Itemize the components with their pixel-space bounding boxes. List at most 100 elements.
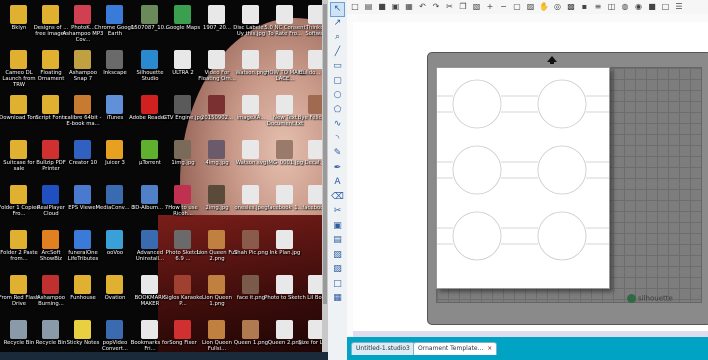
desktop-icon[interactable]: Lion Queen 1.png: [200, 273, 234, 314]
print-icon[interactable]: ▣: [391, 2, 401, 12]
desktop-icon[interactable]: 20150902...: [200, 93, 234, 134]
desktop-icon[interactable]: Ashampoo Burning...: [34, 273, 68, 314]
ornament-circle[interactable]: [452, 79, 502, 129]
document-tab[interactable]: Untitled-1.studio3: [351, 342, 415, 355]
desktop-icon[interactable]: 5.0 NC Consent To Rate Fro...: [264, 3, 306, 44]
copy-icon[interactable]: ❐: [458, 2, 468, 12]
zoom-in-icon[interactable]: +: [485, 2, 495, 12]
line-color-icon[interactable]: □: [661, 2, 671, 12]
ellipse-tool-icon[interactable]: ○: [331, 89, 344, 102]
registration-icon[interactable]: ▦: [331, 292, 344, 305]
desktop-icon[interactable]: PhotoK... Ashampoo MP3 Cov...: [63, 3, 103, 44]
point-edit-icon[interactable]: ↗: [331, 17, 344, 30]
desktop-icon[interactable]: How to use Ricoh...: [166, 183, 200, 224]
desktop-icon[interactable]: imageXA...: [234, 93, 268, 134]
desktop-icon[interactable]: Silhouette Studio: [133, 48, 167, 89]
desktop-icon[interactable]: Creator 10: [66, 138, 100, 179]
desktop-icon[interactable]: Folder 2 Paste from...: [0, 228, 38, 269]
fit-icon[interactable]: ▨: [526, 2, 536, 12]
close-tab-icon[interactable]: ×: [487, 345, 492, 352]
desktop-icon[interactable]: Juicer 3: [98, 138, 132, 179]
desktop-icon[interactable]: Watson.svg: [234, 138, 268, 179]
desktop-icon[interactable]: Floating Ornament: [34, 48, 68, 89]
undo-icon[interactable]: ↶: [418, 2, 428, 12]
freehand-tool-icon[interactable]: ✎: [331, 147, 344, 160]
desktop-icon[interactable]: ULTRA 2: [166, 48, 200, 89]
pan-icon[interactable]: ✋: [539, 2, 549, 12]
library-icon[interactable]: ▣: [331, 220, 344, 233]
desktop-icon[interactable]: Script Fonts: [34, 93, 68, 134]
smooth-freehand-icon[interactable]: ✒: [331, 162, 344, 175]
save-icon[interactable]: ■: [377, 2, 387, 12]
curve-tool-icon[interactable]: ∿: [331, 118, 344, 131]
desktop-icon[interactable]: 1507087_10...: [131, 3, 169, 44]
new-icon[interactable]: □: [350, 2, 360, 12]
zoom-out-icon[interactable]: −: [499, 2, 509, 12]
ornament-template-shapes[interactable]: [437, 68, 609, 288]
desktop-icon[interactable]: face it.png: [234, 273, 268, 314]
desktop-icon[interactable]: HOW TO MAKE LACE...: [265, 48, 305, 89]
weld-icon[interactable]: ◎: [553, 2, 563, 12]
desktop-icon[interactable]: funeralOne LifeTributes: [66, 228, 100, 269]
desktop-icon[interactable]: Watson.png: [234, 48, 268, 89]
desktop-icon[interactable]: Ink Plan.jpg: [268, 228, 302, 269]
fill-icon[interactable]: ■: [647, 2, 657, 12]
page-setup-icon[interactable]: □: [331, 278, 344, 291]
layers-icon[interactable]: ☰: [674, 2, 684, 12]
desktop-icon[interactable]: Disc Labele... Uy this.jpg: [233, 3, 269, 44]
desktop-icon[interactable]: From Red Flash Drive: [0, 273, 39, 314]
taskbar[interactable]: [0, 352, 328, 360]
desktop-icon[interactable]: GTV Engine.jpg: [163, 93, 203, 134]
document-tab[interactable]: Ornament Template... ×: [413, 342, 498, 355]
rounded-rect-icon[interactable]: ▢: [331, 75, 344, 88]
paste-icon[interactable]: ▧: [472, 2, 482, 12]
arc-tool-icon[interactable]: ◝: [331, 133, 344, 146]
desktop-icon[interactable]: Adobe Reader...: [129, 93, 171, 134]
desktop-icon[interactable]: ooVoo: [98, 228, 132, 269]
desktop-icon[interactable]: µTorrent: [133, 138, 167, 179]
open-icon[interactable]: ▤: [364, 2, 374, 12]
desktop-icon[interactable]: Photo to Sketch: [264, 273, 306, 314]
zoom-icon[interactable]: ⌕: [331, 31, 344, 44]
desktop-icon[interactable]: ArcSoft ShowBiz: [34, 228, 68, 269]
desktop-icon[interactable]: facebook_1...: [267, 183, 303, 224]
desktop-icon[interactable]: 3D-Album... 7: [132, 183, 168, 224]
store-icon[interactable]: ▤: [331, 234, 344, 247]
desktop-icon[interactable]: iTunes: [98, 93, 132, 134]
align-icon[interactable]: ≡: [593, 2, 603, 12]
ornament-circle[interactable]: [537, 79, 587, 129]
line-tool-icon[interactable]: ╱: [331, 46, 344, 59]
cut-icon[interactable]: ✂: [445, 2, 455, 12]
desktop-icon[interactable]: 1img.jpg: [166, 138, 200, 179]
desktop-icon[interactable]: 4img.jpg: [200, 138, 234, 179]
ornament-circle[interactable]: [452, 211, 502, 261]
redo-icon[interactable]: ↷: [431, 2, 441, 12]
desktop-icon[interactable]: Siglos Karaoke P...: [164, 273, 202, 314]
desktop-icon[interactable]: Photo Sketch 6.9 ...: [166, 228, 200, 269]
desktop-icon[interactable]: Ovation: [98, 273, 132, 314]
rectangle-tool-icon[interactable]: ▭: [331, 60, 344, 73]
desktop-icon[interactable]: onesies.jpeg: [234, 183, 268, 224]
ornament-circle[interactable]: [537, 145, 587, 195]
desktop-icon[interactable]: Cameo DL Launch from TRW: [2, 48, 36, 89]
ornament-circle[interactable]: [537, 211, 587, 261]
desktop-icon[interactable]: Suitcase for sale: [2, 138, 36, 179]
desktop-icon[interactable]: Bklyn: [2, 3, 36, 44]
desktop-icon[interactable]: Funhouse: [66, 273, 100, 314]
desktop-icon[interactable]: New Text Document.txt: [267, 93, 303, 134]
desktop-icon[interactable]: BOOKMARK MAKER: [133, 273, 167, 314]
eraser-tool-icon[interactable]: ⌫: [331, 191, 344, 204]
desktop-icon[interactable]: RealPlayer Cloud: [34, 183, 68, 224]
desktop-icon[interactable]: IMG_0001.jpg: [267, 138, 303, 179]
send-to-cutter-icon[interactable]: ▨: [331, 263, 344, 276]
page-area[interactable]: [436, 67, 610, 289]
desktop-icon[interactable]: Bullzip PDF Printer: [34, 138, 68, 179]
desktop-icon[interactable]: 1907_20...: [200, 3, 234, 44]
desktop-icon[interactable]: Google Maps: [166, 3, 200, 44]
ungroup-icon[interactable]: ▪: [580, 2, 590, 12]
desktop-icon[interactable]: Shah Pic.png: [234, 228, 268, 269]
desktop-icon[interactable]: Folder 1 Copied Fro...: [0, 183, 40, 224]
desktop-icon[interactable]: Chrome Google Earth: [94, 3, 136, 44]
desktop-icon[interactable]: MediaConv... 8: [95, 183, 135, 224]
text-tool-icon[interactable]: A: [331, 176, 344, 189]
